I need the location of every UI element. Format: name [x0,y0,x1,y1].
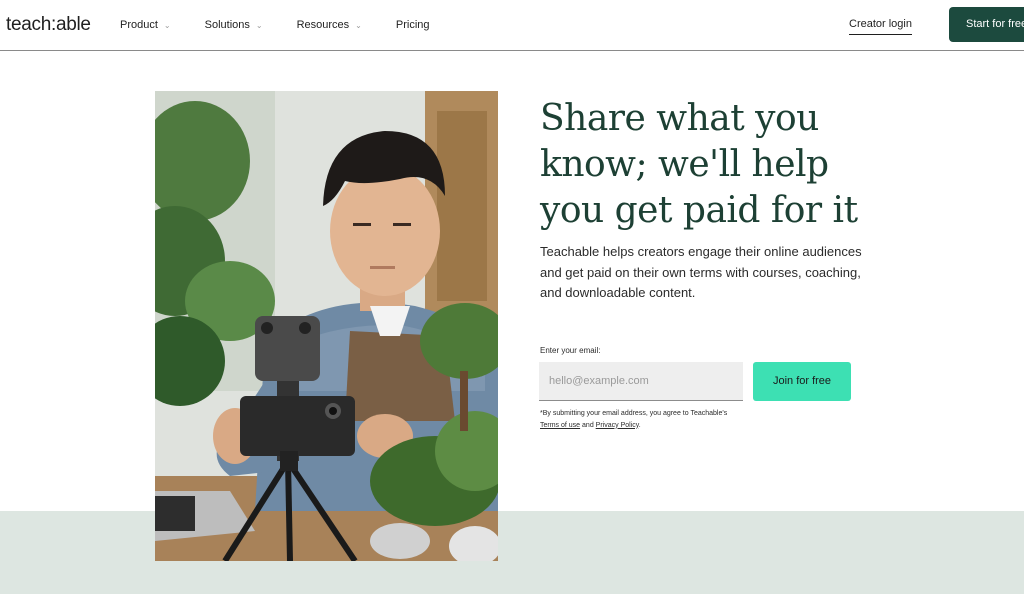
legal-disclaimer: *By submitting your email address, you a… [540,408,730,431]
creator-login-link[interactable]: Creator login [849,18,912,35]
hero-subtext: Teachable helps creators engage their on… [540,244,862,300]
hero-headline: Share what you know; we'll help you get … [540,98,858,231]
section-background-band [0,511,1024,594]
chevron-down-icon: ⌄ [163,20,171,30]
nav-resources[interactable]: Resources ⌄ [297,19,362,31]
nav-product-label: Product [120,19,158,31]
teachable-logo[interactable]: teach:able [6,14,91,36]
chevron-down-icon: ⌄ [255,20,263,30]
disclaimer-suffix: . [638,421,641,429]
nav-solutions[interactable]: Solutions ⌄ [205,19,263,31]
main-nav: Product ⌄ Solutions ⌄ Resources ⌄ Pricin… [120,19,430,31]
nav-pricing-label: Pricing [395,19,430,31]
hero-photo [155,91,498,561]
site-header: teach:able Product ⌄ Solutions ⌄ Resourc… [0,0,1024,51]
disclaimer-and: and [582,421,594,429]
join-for-free-button[interactable]: Join for free [753,362,851,401]
email-label: Enter your email: [540,346,601,355]
privacy-policy-link[interactable]: Privacy Policy [596,422,639,429]
email-input[interactable] [539,362,743,401]
nav-product[interactable]: Product ⌄ [120,19,171,31]
start-for-free-button[interactable]: Start for free [949,7,1024,42]
disclaimer-prefix: *By submitting your email address, you a… [540,410,728,417]
nav-resources-label: Resources [296,19,350,31]
nav-pricing[interactable]: Pricing [396,19,430,31]
terms-of-use-link[interactable]: Terms of use [540,422,580,429]
chevron-down-icon: ⌄ [355,20,362,30]
nav-solutions-label: Solutions [204,19,250,31]
